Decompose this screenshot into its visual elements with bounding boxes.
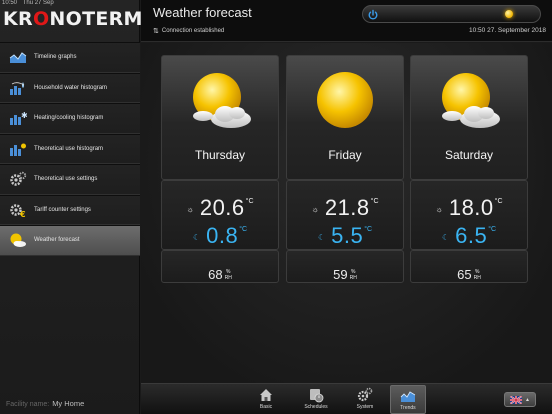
moon-small-icon: ☾ [192,233,201,242]
ios-status-bar: 10:50 Thu 27 Sep [2,0,54,6]
forecast-card: Thursday ☼ 20.6 °C ☾ 0.8 °C 68 % RH [161,55,279,323]
sidebar-item-household-water[interactable]: Household water histogram [0,72,140,103]
sidebar-item-heating-cooling[interactable]: ✱ Heating/cooling histogram [0,103,140,134]
connection-status: ⇅ Connection established [153,27,224,35]
nav-trends[interactable]: Trends [390,385,426,414]
language-selector[interactable]: ▲ [504,392,536,407]
sun-status-indicator [505,10,513,18]
trends-icon [400,391,416,402]
forecast-day: Saturday [444,148,494,162]
timeline-graph-icon [8,48,28,66]
night-temperature: ☾ 6.5 °C [441,223,497,248]
weather-icon [8,231,28,249]
sidebar-menu: Timeline graphs Household water histogra… [0,42,140,256]
sun-cloud-icon [442,73,500,128]
heating-cooling-icon: ✱ [8,109,28,127]
system-gears-icon [357,387,373,402]
sun-small-icon: ☼ [311,205,319,214]
gears-icon [8,170,28,188]
home-icon [260,389,272,401]
app-window: 10:50 Thu 27 Sep KRONOTERM Timeline grap… [0,0,552,414]
facility-name: Facility name: My Home [6,399,84,408]
connection-text: Connection established [161,28,225,34]
header: Weather forecast ⇅ Connection establishe… [141,0,552,42]
day-temperature: ☼ 20.6 °C [186,195,254,220]
sidebar: 10:50 Thu 27 Sep KRONOTERM Timeline grap… [0,0,143,414]
sun-small-icon: ☼ [435,205,443,214]
humidity: 68 % RH [208,267,232,282]
sun-icon [317,72,373,128]
nav-system[interactable]: System [347,385,383,414]
sun-small-icon: ☼ [186,205,194,214]
forecast-day: Friday [328,148,362,162]
sidebar-item-label: Household water histogram [34,84,108,91]
day-temperature: ☼ 21.8 °C [311,195,379,220]
facility-label: Facility name: [6,401,50,408]
schedule-icon [310,389,324,403]
connection-arrows-icon: ⇅ [153,28,159,35]
svg-text:✱: ✱ [21,111,27,120]
sidebar-item-tariff-settings[interactable]: € Tariff counter settings [0,194,140,225]
status-time: 10:50 [2,0,18,6]
sidebar-item-label: Timeline graphs [34,54,77,61]
facility-value: My Home [52,399,85,408]
forecast-day: Thursday [194,148,246,162]
sidebar-item-weather-forecast[interactable]: Weather forecast [0,225,140,256]
moon-small-icon: ☾ [441,233,450,242]
header-datetime: 10:50 27. September 2018 [469,27,546,34]
svg-text:€: € [19,210,26,218]
sun-cloud-icon [193,73,251,128]
humidity: 59 % RH [333,267,357,282]
water-histogram-icon [8,79,28,97]
forecast-card: Saturday ☼ 18.0 °C ☾ 6.5 °C 65 % RH [410,55,528,323]
day-temperature: ☼ 18.0 °C [435,195,503,220]
power-icon[interactable] [367,8,379,20]
sidebar-item-label: Weather forecast [34,237,80,244]
uk-flag-icon [510,395,523,404]
bottom-navigation: Basic Schedules System Trends ▲ [141,383,552,414]
nav-schedules[interactable]: Schedules [298,385,334,414]
sidebar-item-timeline-graphs[interactable]: Timeline graphs [0,42,140,73]
page-title: Weather forecast [153,5,252,20]
forecast-area: Thursday ☼ 20.6 °C ☾ 0.8 °C 68 % RH Frid… [141,43,552,383]
sidebar-item-label: Heating/cooling histogram [34,115,104,122]
night-temperature: ☾ 0.8 °C [192,223,248,248]
moon-small-icon: ☾ [317,233,326,242]
status-date: Thu 27 Sep [22,0,54,6]
sidebar-item-label: Tariff counter settings [34,206,91,213]
tariff-gears-icon: € [8,201,28,219]
kronoterm-logo: KRONOTERM [3,8,143,30]
sidebar-item-theoretical-settings[interactable]: Theoretical use settings [0,164,140,195]
nav-basic[interactable]: Basic [248,385,284,414]
sidebar-item-label: Theoretical use histogram [34,145,104,152]
sidebar-item-theoretical-histogram[interactable]: Theoretical use histogram [0,133,140,164]
forecast-card: Friday ☼ 21.8 °C ☾ 5.5 °C 59 % RH [286,55,404,323]
theoretical-histogram-icon [8,140,28,158]
sidebar-item-label: Theoretical use settings [34,176,98,183]
humidity: 65 % RH [457,267,481,282]
night-temperature: ☾ 5.5 °C [317,223,373,248]
system-status-bar[interactable] [362,5,541,23]
caret-up-icon: ▲ [525,396,530,403]
